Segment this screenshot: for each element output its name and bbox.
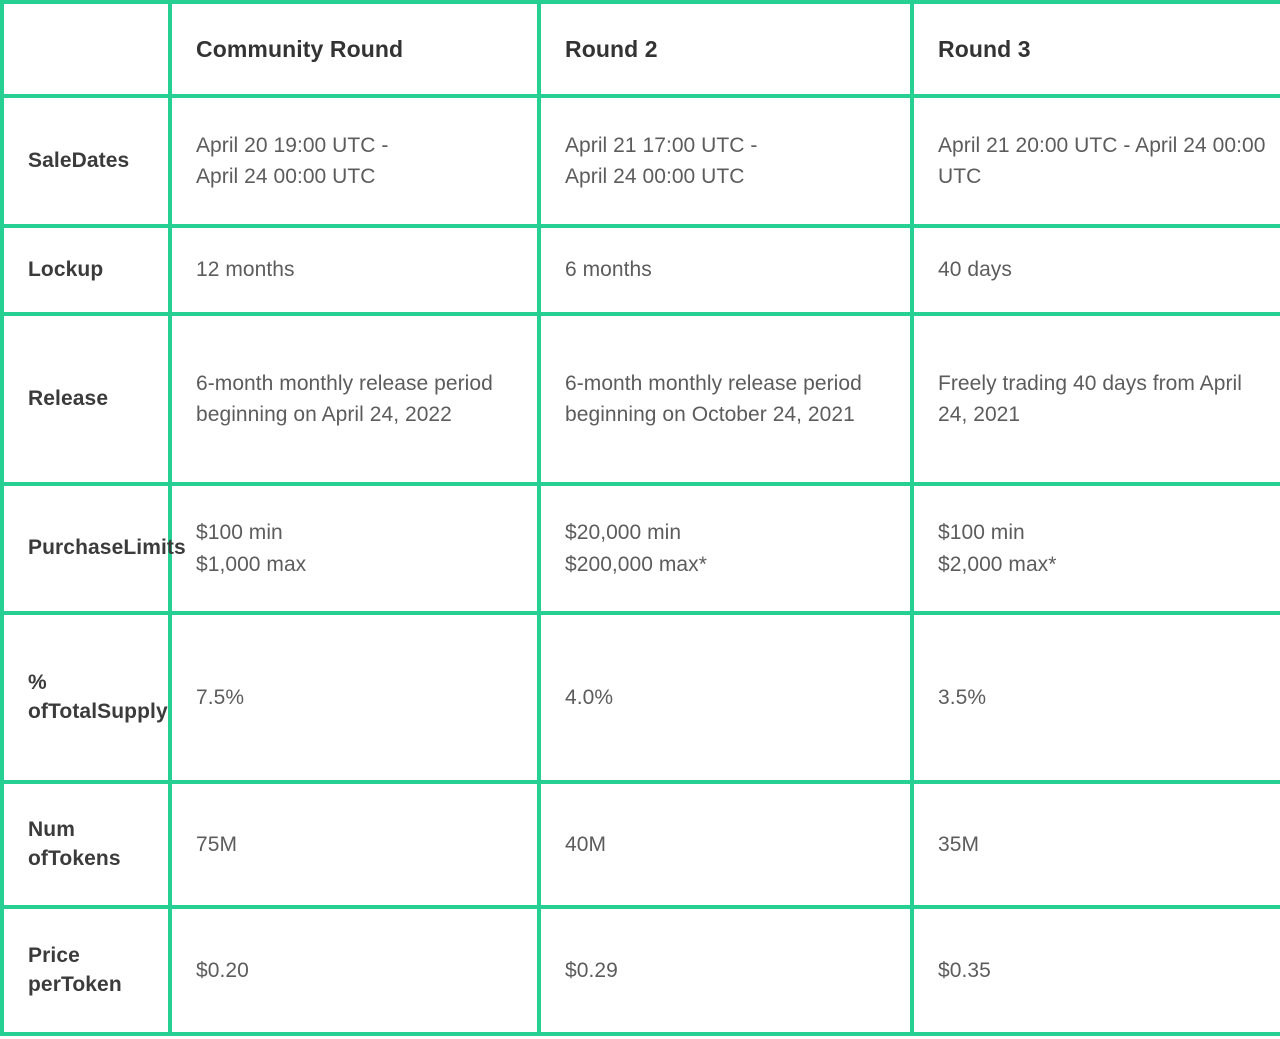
row-header-line: Release — [28, 386, 109, 410]
cell-lockup-round1: 12 months — [168, 224, 541, 316]
cell-line: 12 months — [196, 258, 295, 282]
row-header-line: Token — [60, 972, 122, 996]
cell-line: $100 min — [196, 521, 283, 545]
row-header-price: Price perToken — [0, 905, 172, 1036]
table-row: Lockup 12 months 6 months 40 days — [0, 224, 1280, 316]
row-header-release: Release — [0, 312, 172, 486]
cell-sale-dates-round2: April 21 17:00 UTC - April 24 00:00 UTC — [537, 94, 914, 228]
table-row: % ofTotalSupply 7.5% 4.0% 3.5% — [0, 611, 1280, 784]
cell-line: 4.0% — [565, 685, 614, 709]
cell-num-tokens-round2: 40M — [537, 780, 914, 909]
row-header-line: Lockup — [28, 257, 104, 281]
cell-num-tokens-round1: 75M — [168, 780, 541, 909]
cell-line: $100 min — [938, 521, 1025, 545]
table-body: SaleDates April 20 19:00 UTC - April 24 00… — [0, 94, 1280, 1036]
cell-line: 75M — [196, 832, 238, 856]
cell-line: 6-month monthly release period beginning… — [565, 371, 862, 426]
column-header-community-round: Community Round — [168, 0, 541, 98]
cell-line: $1,000 max — [196, 552, 307, 576]
table-head: Community Round Round 2 Round 3 — [0, 0, 1280, 98]
cell-line: 6-month monthly release period beginning… — [196, 371, 493, 426]
cell-release-round2: 6-month monthly release period beginning… — [537, 312, 914, 486]
table-row: SaleDates April 20 19:00 UTC - April 24 00… — [0, 94, 1280, 228]
row-header-limits: PurchaseLimits — [0, 482, 186, 615]
cell-sale-dates-round3: April 21 20:00 UTC - April 24 00:00 UTC — [910, 94, 1280, 228]
cell-release-round1: 6-month monthly release period beginning… — [168, 312, 541, 486]
cell-lockup-round3: 40 days — [910, 224, 1280, 316]
table-corner-cell — [0, 0, 172, 98]
cell-line: 6 months — [565, 258, 652, 282]
cell-line: April 21 17:00 UTC - — [565, 133, 758, 157]
row-header-line: Dates — [71, 148, 130, 172]
cell-limits-round3: $100 min $2,000 max* — [910, 482, 1280, 615]
cell-release-round3: Freely trading 40 days from April 24, 20… — [910, 312, 1280, 486]
cell-lockup-round2: 6 months — [537, 224, 914, 316]
cell-price-round1: $0.20 — [168, 905, 541, 1036]
cell-line: 7.5% — [196, 685, 245, 709]
cell-line: Freely trading 40 days from April 24, 20… — [938, 371, 1242, 426]
table-sheet: Community Round Round 2 Round 3 SaleDate… — [0, 0, 1280, 1039]
row-header-line: Tokens — [48, 846, 121, 870]
cell-line: 40M — [565, 832, 607, 856]
cell-line: $20,000 min — [565, 521, 682, 545]
cell-line: April 24 00:00 UTC — [196, 165, 376, 188]
cell-line: April 20 19:00 UTC - — [196, 133, 389, 157]
cell-supply-round2: 4.0% — [537, 611, 914, 784]
table-header-row: Community Round Round 2 Round 3 — [0, 0, 1280, 98]
cell-line: 35M — [938, 832, 980, 856]
row-header-line: Limits — [123, 536, 186, 560]
column-header-round-2: Round 2 — [537, 0, 914, 98]
cell-limits-round2: $20,000 min $200,000 max* — [537, 482, 914, 615]
token-sale-rounds-table: Community Round Round 2 Round 3 SaleDate… — [0, 0, 1280, 1036]
cell-price-round2: $0.29 — [537, 905, 914, 1036]
cell-line: April 24 00:00 UTC — [565, 165, 745, 188]
row-header-supply: % ofTotalSupply — [0, 611, 172, 784]
cell-line: 3.5% — [938, 685, 987, 709]
cell-line: April 21 20:00 UTC - April 24 00:00 UTC — [938, 133, 1266, 188]
cell-supply-round1: 7.5% — [168, 611, 541, 784]
cell-line: $200,000 max* — [565, 552, 707, 576]
cell-num-tokens-round3: 35M — [910, 780, 1280, 909]
row-header-line: Supply — [97, 699, 168, 723]
cell-sale-dates-round1: April 20 19:00 UTC - April 24 00:00 UTC — [168, 94, 541, 228]
cell-line: $0.29 — [565, 958, 618, 982]
table-row: Release 6-month monthly release period be… — [0, 312, 1280, 486]
row-header-line: Purchase — [28, 536, 124, 560]
row-header-num-tokens: Num ofTokens — [0, 780, 172, 909]
row-header-line: % of — [28, 670, 49, 723]
cell-supply-round3: 3.5% — [910, 611, 1280, 784]
table-row: Num ofTokens 75M 40M 35M — [0, 780, 1280, 909]
column-header-round-3: Round 3 — [910, 0, 1280, 98]
cell-line: $0.35 — [938, 958, 991, 982]
row-header-line: Sale — [28, 148, 72, 172]
cell-line: $0.20 — [196, 958, 249, 982]
cell-limits-round1: $100 min $1,000 max — [168, 482, 541, 615]
cell-line: 40 days — [938, 258, 1012, 282]
row-header-lockup: Lockup — [0, 224, 172, 316]
cell-price-round3: $0.35 — [910, 905, 1280, 1036]
row-header-line: Total — [48, 699, 98, 723]
table-row: Price perToken $0.20 $0.29 $0.35 — [0, 905, 1280, 1036]
row-header-sale-dates: SaleDates — [0, 94, 172, 228]
table-row: PurchaseLimits $100 min $1,000 max $20,000 … — [0, 482, 1280, 615]
cell-line: $2,000 max* — [938, 552, 1057, 576]
